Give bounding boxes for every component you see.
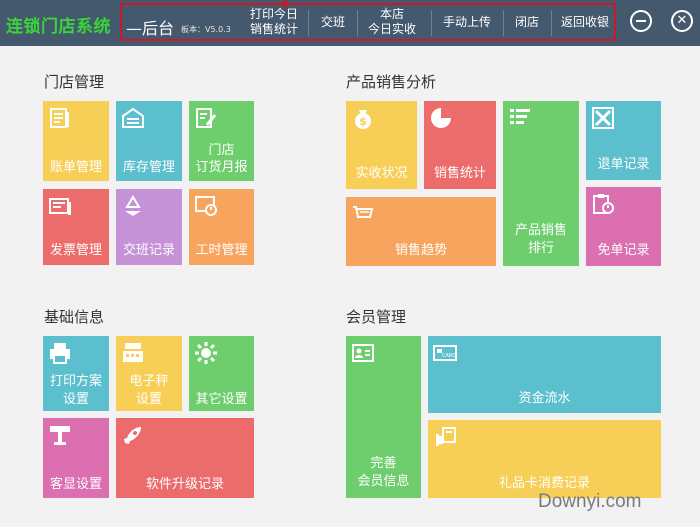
tile-customer-display-settings[interactable]: 客显设置 <box>43 418 109 498</box>
document-icon <box>48 106 72 130</box>
tile-sales-trend[interactable]: 销售趋势 <box>346 197 496 266</box>
tile-label-line1: 产品销售 <box>514 223 567 238</box>
tile-label-line2: 订货月报 <box>195 160 248 175</box>
back-to-pos-button[interactable]: 返回收银 <box>555 4 615 40</box>
recycle-icon <box>121 194 145 218</box>
section-title-sales: 产品销售分析 <box>346 73 437 91</box>
version-label: 板本：V5.0.3 <box>181 25 231 34</box>
list-icon <box>508 106 532 130</box>
tile-label: 工时管理 <box>195 243 248 258</box>
tile-label-line1: 完善 <box>370 456 397 471</box>
tile-sales-statistics[interactable]: 销售统计 <box>424 101 496 189</box>
tile-label-line2: 设置 <box>62 392 89 407</box>
app-title: 连锁门店系统 <box>6 17 111 37</box>
tile-print-scheme-settings[interactable]: 打印方案 设置 <box>43 336 109 411</box>
handover-label: 交班 <box>320 14 345 29</box>
close-store-button[interactable]: 闭店 <box>507 4 547 40</box>
tile-label-line2: 会员信息 <box>357 474 410 489</box>
svg-text:CARD: CARD <box>442 353 456 359</box>
tile-invoice-management[interactable]: 发票管理 <box>43 189 109 265</box>
tile-free-order-records[interactable]: 免单记录 <box>586 187 661 266</box>
nav-divider <box>357 10 358 36</box>
tile-label: 账单管理 <box>49 160 102 175</box>
tile-label: 发票管理 <box>49 243 102 258</box>
tile-work-hours-management[interactable]: 工时管理 <box>189 189 254 265</box>
clock-board-icon <box>194 194 218 218</box>
tile-refund-records[interactable]: 退单记录 <box>586 101 661 180</box>
nav-divider <box>431 10 432 36</box>
tile-other-settings[interactable]: 其它设置 <box>189 336 254 411</box>
back-to-pos-label: 返回收银 <box>560 14 609 29</box>
tile-label-line1: 打印方案 <box>49 374 102 389</box>
tile-label: 资金流水 <box>518 391 571 406</box>
display-icon <box>48 423 72 447</box>
tile-label: 客显设置 <box>49 477 102 492</box>
minimize-icon[interactable] <box>630 10 652 32</box>
svg-text:$: $ <box>359 115 367 128</box>
tile-label-line1: 电子秤 <box>129 374 169 389</box>
print-sales-button[interactable]: 打印今日 销售统计 <box>243 4 305 40</box>
cancel-icon <box>591 106 615 130</box>
tile-scale-settings[interactable]: 电子秤 设置 <box>116 336 182 411</box>
tile-bill-management[interactable]: 账单管理 <box>43 101 109 181</box>
tile-label: 销售统计 <box>433 166 486 181</box>
manual-upload-button[interactable]: 手动上传 <box>436 4 498 40</box>
gear-icon <box>194 341 218 365</box>
tile-label-line2: 排行 <box>527 241 554 256</box>
tile-label: 销售趋势 <box>394 243 447 258</box>
print-sales-line1: 打印今日 <box>249 7 298 21</box>
tile-label: 礼品卡消费记录 <box>498 476 590 491</box>
print-sales-line2: 销售统计 <box>249 22 298 36</box>
tile-label: 交班记录 <box>122 243 175 258</box>
handover-button[interactable]: 交班 <box>312 4 354 40</box>
tile-label: 其它设置 <box>195 392 248 407</box>
tile-complete-member-info[interactable]: 完善 会员信息 <box>346 336 421 498</box>
id-card-icon <box>351 341 375 365</box>
tile-label-line1: 门店 <box>208 143 235 158</box>
app-subtitle: —后台 <box>126 19 175 38</box>
tile-store-order-report[interactable]: 门店 订货月报 <box>189 101 254 181</box>
section-title-member: 会员管理 <box>346 308 407 326</box>
pie-chart-icon <box>429 106 453 130</box>
close-store-label: 闭店 <box>514 14 539 29</box>
close-icon[interactable]: ✕ <box>671 10 693 32</box>
tile-label: 软件升级记录 <box>145 477 224 492</box>
tile-software-upgrade-records[interactable]: 软件升级记录 <box>116 418 254 498</box>
section-title-basic: 基础信息 <box>44 308 105 326</box>
tile-label: 退单记录 <box>597 157 650 172</box>
tile-label: 免单记录 <box>597 243 650 258</box>
nav-divider <box>551 10 552 36</box>
printer-icon <box>48 341 72 365</box>
edit-icon <box>194 106 218 130</box>
tile-label: 库存管理 <box>122 160 175 175</box>
clipboard-clock-icon <box>591 192 615 216</box>
tile-handover-records[interactable]: 交班记录 <box>116 189 182 265</box>
tile-label: 实收状况 <box>355 166 408 181</box>
nav-divider <box>308 10 309 36</box>
cart-icon <box>351 202 375 226</box>
manual-upload-label: 手动上传 <box>442 14 491 29</box>
card-icon: CARD <box>433 341 457 365</box>
store-today-line2: 今日实收 <box>367 22 416 36</box>
warehouse-icon <box>121 106 145 130</box>
invoice-icon <box>48 194 72 218</box>
tile-product-sales-ranking[interactable]: 产品销售 排行 <box>503 101 579 266</box>
store-today-line1: 本店 <box>379 7 404 21</box>
tile-fund-flow[interactable]: CARD 资金流水 <box>428 336 661 413</box>
tile-gift-card-records[interactable]: 礼品卡消费记录 <box>428 420 661 498</box>
rocket-icon <box>121 423 145 447</box>
store-today-button[interactable]: 本店 今日实收 <box>361 4 423 40</box>
tile-actual-receipts[interactable]: $ 实收状况 <box>346 101 417 189</box>
section-title-store: 门店管理 <box>44 73 105 91</box>
tile-label-line2: 设置 <box>135 392 162 407</box>
hand-card-icon <box>433 425 457 449</box>
scale-icon <box>121 341 145 365</box>
title-bar: 连锁门店系统 —后台 板本：V5.0.3 打印今日 销售统计 交班 本店 今日实… <box>0 0 700 46</box>
nav-divider <box>503 10 504 36</box>
watermark: Downyi.com <box>538 491 642 512</box>
money-bag-icon: $ <box>351 106 375 130</box>
tile-inventory-management[interactable]: 库存管理 <box>116 101 182 181</box>
